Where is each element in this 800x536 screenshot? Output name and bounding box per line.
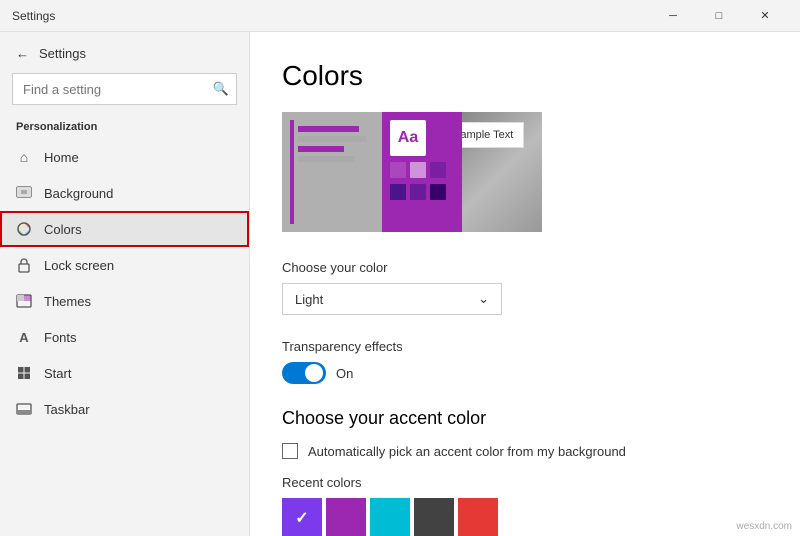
preview-tile-1 — [390, 162, 406, 178]
auto-accent-row: Automatically pick an accent color from … — [282, 443, 768, 459]
sidebar-label-themes: Themes — [44, 294, 91, 309]
preview-tile-6 — [430, 184, 446, 200]
color-swatch-3[interactable] — [370, 498, 410, 536]
app-body: ← Settings 🔍 Personalization ⌂ Home Back… — [0, 32, 800, 536]
transparency-label: Transparency effects — [282, 339, 768, 354]
color-swatch-4[interactable] — [414, 498, 454, 536]
background-icon — [16, 185, 32, 201]
sidebar: ← Settings 🔍 Personalization ⌂ Home Back… — [0, 32, 250, 536]
preview-right-panel: Sample Text — [462, 112, 542, 232]
preview-middle-panel: Aa — [382, 112, 462, 232]
sidebar-label-colors: Colors — [44, 222, 82, 237]
color-mode-dropdown[interactable]: Light ⌄ — [282, 283, 502, 315]
color-preview: Aa Sample Text — [282, 112, 542, 232]
sidebar-label-background: Background — [44, 186, 113, 201]
sidebar-label-lockscreen: Lock screen — [44, 258, 114, 273]
app-title: Settings — [12, 9, 650, 23]
sidebar-label-taskbar: Taskbar — [44, 402, 90, 417]
maximize-button[interactable]: □ — [696, 0, 742, 32]
search-icon: 🔍 — [213, 81, 229, 97]
fonts-icon: A — [16, 329, 32, 345]
recent-colors-label: Recent colors — [282, 475, 768, 490]
preview-tile-4 — [390, 184, 406, 200]
color-swatch-5[interactable] — [458, 498, 498, 536]
auto-accent-label: Automatically pick an accent color from … — [308, 444, 626, 459]
color-swatch-1[interactable]: ✓ — [282, 498, 322, 536]
toggle-state-label: On — [336, 366, 353, 381]
page-title: Colors — [282, 60, 768, 92]
preview-tile-row-2 — [390, 184, 454, 200]
sidebar-label-fonts: Fonts — [44, 330, 77, 345]
search-input[interactable] — [12, 73, 237, 105]
watermark: wesxdn.com — [736, 521, 792, 532]
start-icon — [16, 365, 32, 381]
sidebar-item-colors[interactable]: Colors — [0, 211, 249, 247]
color-swatch-2[interactable] — [326, 498, 366, 536]
home-icon: ⌂ — [16, 149, 32, 165]
preview-tile-row-1 — [390, 162, 454, 178]
sidebar-item-fonts[interactable]: A Fonts — [0, 319, 249, 355]
title-bar: Settings ─ □ ✕ — [0, 0, 800, 32]
taskbar-icon — [16, 401, 32, 417]
color-mode-section: Choose your color Light ⌄ — [282, 260, 768, 315]
selected-color-value: Light — [295, 292, 323, 307]
transparency-section: Transparency effects On — [282, 339, 768, 384]
window-controls: ─ □ ✕ — [650, 0, 788, 32]
preview-left-panel — [282, 112, 382, 232]
sidebar-section-label: Personalization — [0, 117, 249, 139]
dropdown-chevron-icon: ⌄ — [478, 291, 489, 307]
accent-color-section: Choose your accent color Automatically p… — [282, 408, 768, 536]
choose-color-label: Choose your color — [282, 260, 768, 275]
main-content: Colors Aa — [250, 32, 800, 536]
preview-tile-3 — [430, 162, 446, 178]
auto-accent-checkbox[interactable] — [282, 443, 298, 459]
transparency-toggle[interactable] — [282, 362, 326, 384]
sidebar-back-nav[interactable]: ← Settings — [0, 40, 249, 67]
swatch-checkmark: ✓ — [295, 508, 308, 528]
colors-icon — [16, 221, 32, 237]
back-arrow-icon: ← — [16, 46, 29, 61]
preview-tile-2 — [410, 162, 426, 178]
sidebar-app-title: Settings — [39, 46, 86, 61]
sidebar-label-start: Start — [44, 366, 71, 381]
themes-icon — [16, 293, 32, 309]
preview-aa-tile: Aa — [390, 120, 426, 156]
lockscreen-icon — [16, 257, 32, 273]
sidebar-item-lockscreen[interactable]: Lock screen — [0, 247, 249, 283]
sidebar-item-themes[interactable]: Themes — [0, 283, 249, 319]
sample-text-box: Sample Text — [462, 122, 524, 148]
sidebar-item-start[interactable]: Start — [0, 355, 249, 391]
toggle-knob — [305, 364, 323, 382]
accent-color-title: Choose your accent color — [282, 408, 768, 429]
sidebar-label-home: Home — [44, 150, 79, 165]
sidebar-item-taskbar[interactable]: Taskbar — [0, 391, 249, 427]
sidebar-search-container: 🔍 — [12, 73, 237, 105]
sample-text: Sample Text — [462, 129, 513, 141]
color-swatches: ✓ — [282, 498, 768, 536]
transparency-toggle-row: On — [282, 362, 768, 384]
preview-tile-5 — [410, 184, 426, 200]
close-button[interactable]: ✕ — [742, 0, 788, 32]
sidebar-item-home[interactable]: ⌂ Home — [0, 139, 249, 175]
minimize-button[interactable]: ─ — [650, 0, 696, 32]
sidebar-item-background[interactable]: Background — [0, 175, 249, 211]
